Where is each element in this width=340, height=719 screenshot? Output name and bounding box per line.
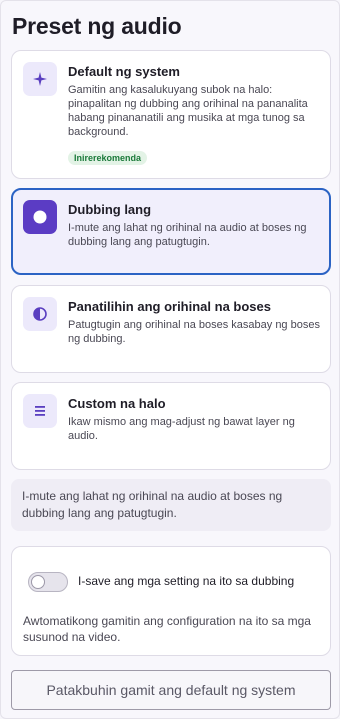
selected-preset-info: I-mute ang lahat ng orihinal na audio at… [11,479,331,531]
preset-card-dubbing-only[interactable]: Dubbing lang I-mute ang lahat ng orihina… [11,188,331,275]
preset-card-system-default[interactable]: Default ng system Gamitin ang kasalukuya… [11,50,331,179]
sparkle-icon [23,62,57,96]
save-settings-description: Awtomatikong gamitin ang configuration n… [23,614,311,644]
preset-title: Dubbing lang [68,202,152,217]
preset-description: Gamitin ang kasalukuyang subok na halo: … [68,84,308,138]
preset-title: Custom na halo [68,396,166,411]
preset-description: I-mute ang lahat ng orihinal na audio at… [68,222,307,248]
panel-title: Preset ng audio [12,13,182,39]
preset-description: Patugtugin ang orihinal na boses kasabay… [68,319,320,345]
preset-card-keep-original[interactable]: Panatilihin ang orihinal na boses Patugt… [11,285,331,373]
audio-preset-panel: Preset ng audio Default ng system Gamiti… [0,0,340,719]
run-with-default-button[interactable]: Patakbuhin gamit ang default ng system [11,670,331,710]
recommended-badge: Inirerekomenda [68,151,148,165]
lines-icon [23,394,57,428]
preset-description: Ikaw mismo ang mag-adjust ng bawat layer… [68,416,295,442]
save-settings-toggle[interactable] [28,572,68,592]
half-circle-icon [23,297,57,331]
save-settings-label: I-save ang mga setting na ito sa dubbing [78,574,295,588]
preset-title: Panatilihin ang orihinal na boses [68,299,271,314]
circle-icon [23,200,57,234]
toggle-knob [31,575,45,589]
preset-card-custom-mix[interactable]: Custom na halo Ikaw mismo ang mag-adjust… [11,382,331,470]
save-settings-card: I-save ang mga setting na ito sa dubbing… [11,546,331,656]
preset-title: Default ng system [68,64,180,79]
